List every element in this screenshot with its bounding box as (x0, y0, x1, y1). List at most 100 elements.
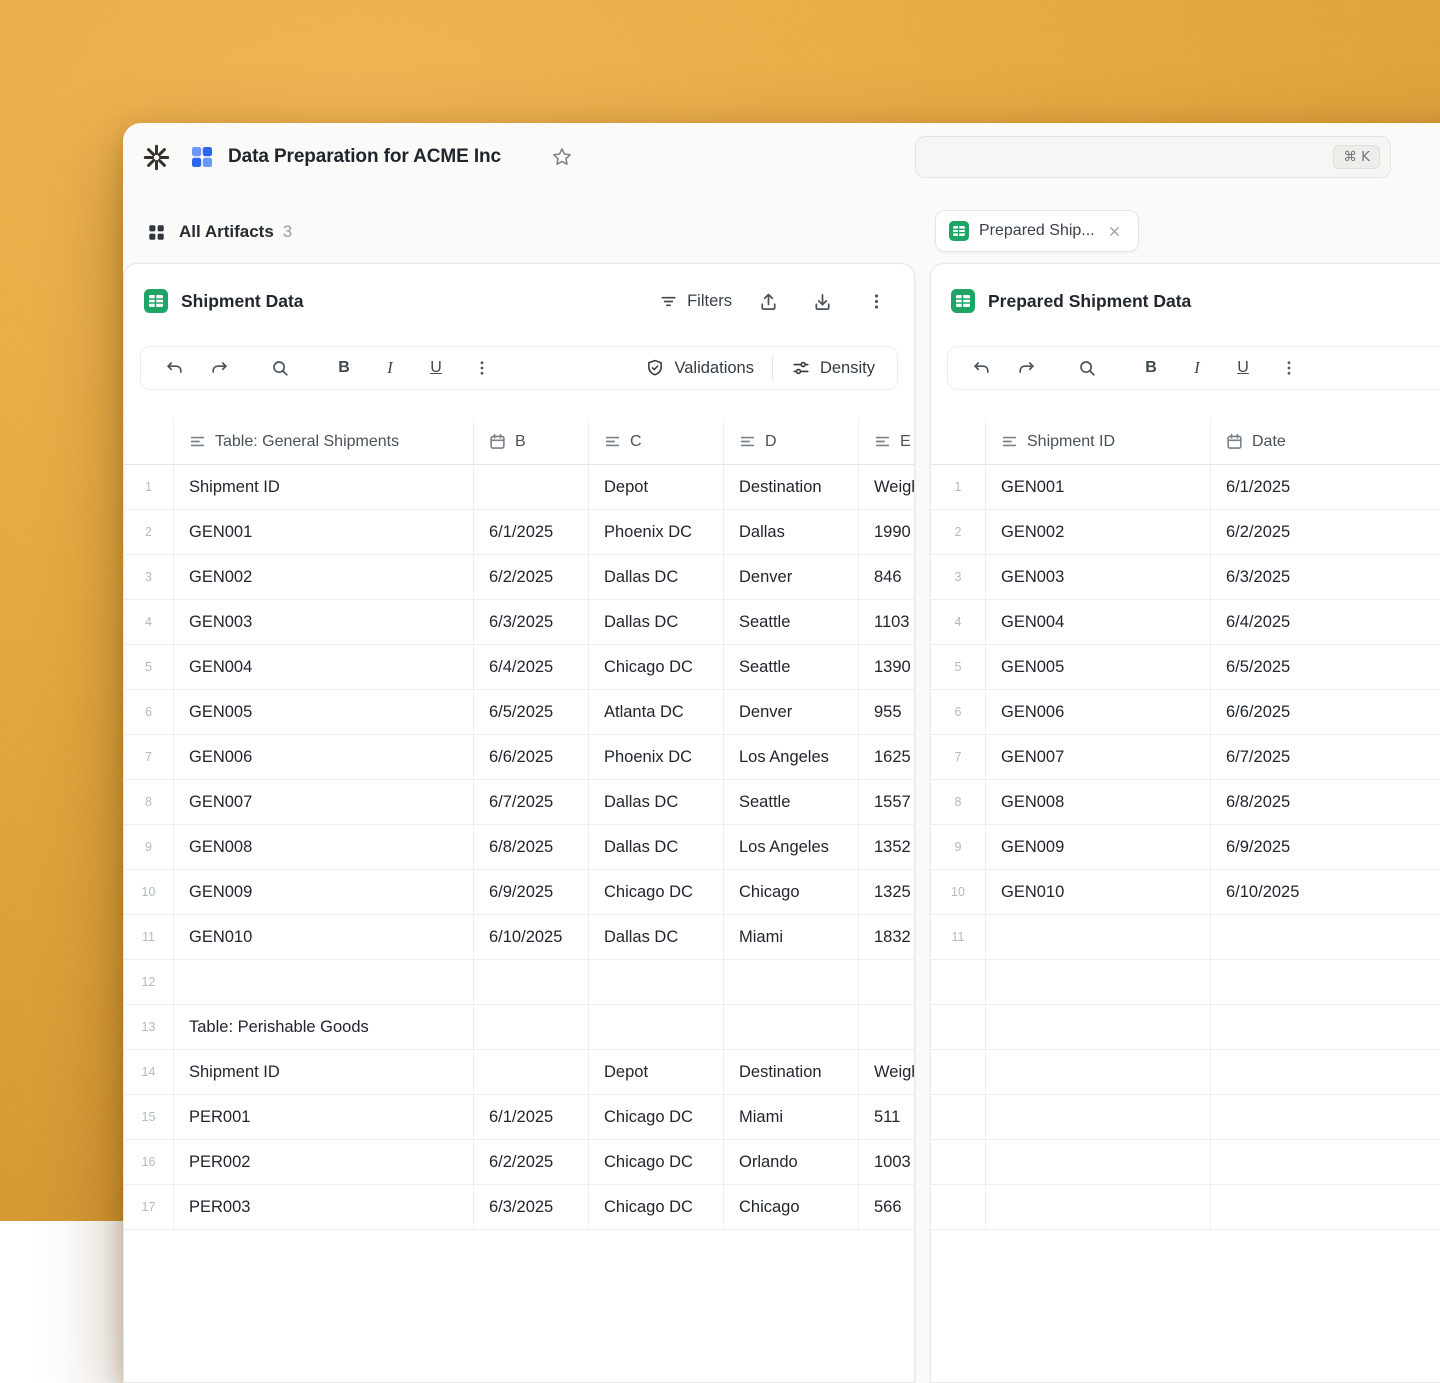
row-number[interactable]: 1 (931, 465, 986, 509)
cell[interactable]: GEN010 (174, 915, 474, 959)
cell[interactable] (859, 1005, 915, 1049)
cell[interactable]: GEN008 (174, 825, 474, 869)
tab-close-button[interactable] (1105, 221, 1125, 241)
cell[interactable]: 6/6/2025 (474, 735, 589, 779)
cell[interactable] (986, 1095, 1211, 1139)
row-number[interactable]: 16 (124, 1140, 174, 1184)
cell[interactable]: GEN005 (174, 690, 474, 734)
cell[interactable]: 955 (859, 690, 915, 734)
corner-cell[interactable] (931, 419, 986, 464)
cell[interactable] (986, 915, 1211, 959)
cell[interactable] (1211, 1095, 1440, 1139)
cell[interactable]: Weight (859, 465, 915, 509)
row-number[interactable]: 4 (931, 600, 986, 644)
cell[interactable]: Seattle (724, 780, 859, 824)
cell[interactable]: Dallas DC (589, 555, 724, 599)
cell[interactable]: GEN009 (174, 870, 474, 914)
cell[interactable]: 6/3/2025 (474, 600, 589, 644)
row-number[interactable]: 2 (124, 510, 174, 554)
cell[interactable]: GEN006 (986, 690, 1211, 734)
cell[interactable]: Dallas DC (589, 780, 724, 824)
cell[interactable] (986, 1005, 1211, 1049)
cell[interactable]: GEN002 (986, 510, 1211, 554)
row-number[interactable]: 10 (931, 870, 986, 914)
cell[interactable]: Orlando (724, 1140, 859, 1184)
cell[interactable]: Miami (724, 1095, 859, 1139)
share-upload-button[interactable] (750, 283, 786, 319)
column-header[interactable]: Shipment ID (986, 419, 1211, 464)
cell[interactable]: GEN004 (986, 600, 1211, 644)
cell[interactable]: GEN003 (174, 600, 474, 644)
cell[interactable]: Table: Perishable Goods (174, 1005, 474, 1049)
cell[interactable]: 6/9/2025 (474, 870, 589, 914)
cell[interactable]: 6/10/2025 (474, 915, 589, 959)
more-formatting-button[interactable] (1270, 352, 1308, 384)
row-number[interactable]: 1 (124, 465, 174, 509)
cell[interactable]: 6/10/2025 (1211, 870, 1440, 914)
row-number[interactable] (931, 960, 986, 1004)
download-button[interactable] (804, 283, 840, 319)
italic-button[interactable]: I (1178, 352, 1216, 384)
cell[interactable]: Chicago DC (589, 1185, 724, 1229)
cell[interactable]: 6/5/2025 (1211, 645, 1440, 689)
row-number[interactable]: 7 (931, 735, 986, 779)
cell[interactable]: Depot (589, 465, 724, 509)
cell[interactable]: Phoenix DC (589, 735, 724, 779)
cell[interactable]: GEN001 (174, 510, 474, 554)
cell[interactable] (474, 1050, 589, 1094)
redo-button[interactable] (1008, 352, 1046, 384)
row-number[interactable]: 11 (124, 915, 174, 959)
cell[interactable] (174, 960, 474, 1004)
find-button[interactable] (261, 352, 299, 384)
cell[interactable]: Shipment ID (174, 1050, 474, 1094)
validations-button[interactable]: Validations (637, 358, 762, 378)
cell[interactable]: Chicago DC (589, 1140, 724, 1184)
cell[interactable]: 566 (859, 1185, 915, 1229)
cell[interactable]: 6/9/2025 (1211, 825, 1440, 869)
cell[interactable]: 6/3/2025 (474, 1185, 589, 1229)
global-search-input[interactable]: ⌘ K (915, 136, 1391, 178)
cell[interactable]: 1625 (859, 735, 915, 779)
cell[interactable]: GEN002 (174, 555, 474, 599)
row-number[interactable] (931, 1050, 986, 1094)
cell[interactable]: Depot (589, 1050, 724, 1094)
favorite-star-button[interactable] (547, 142, 577, 172)
cell[interactable]: Miami (724, 915, 859, 959)
cell[interactable]: Denver (724, 690, 859, 734)
row-number[interactable]: 3 (931, 555, 986, 599)
column-header[interactable]: Date (1211, 419, 1440, 464)
cell[interactable]: 1557 (859, 780, 915, 824)
cell[interactable]: Atlanta DC (589, 690, 724, 734)
cell[interactable]: GEN009 (986, 825, 1211, 869)
all-artifacts-label[interactable]: All Artifacts (179, 222, 274, 242)
cell[interactable] (724, 1005, 859, 1049)
undo-button[interactable] (155, 352, 193, 384)
row-number[interactable]: 10 (124, 870, 174, 914)
row-number[interactable]: 5 (124, 645, 174, 689)
row-number[interactable]: 14 (124, 1050, 174, 1094)
cell[interactable]: 1990 (859, 510, 915, 554)
cell[interactable]: GEN005 (986, 645, 1211, 689)
find-button[interactable] (1068, 352, 1106, 384)
filters-button[interactable]: Filters (659, 292, 732, 311)
cell[interactable]: GEN010 (986, 870, 1211, 914)
row-number[interactable]: 9 (931, 825, 986, 869)
cell[interactable]: Dallas DC (589, 915, 724, 959)
row-number[interactable]: 15 (124, 1095, 174, 1139)
cell[interactable] (986, 1050, 1211, 1094)
row-number[interactable] (931, 1095, 986, 1139)
cell[interactable]: Seattle (724, 600, 859, 644)
column-header[interactable]: D (724, 419, 859, 464)
cell[interactable]: 6/8/2025 (474, 825, 589, 869)
cell[interactable]: 1352 (859, 825, 915, 869)
cell[interactable]: Chicago (724, 1185, 859, 1229)
cell[interactable]: Los Angeles (724, 825, 859, 869)
cell[interactable] (474, 465, 589, 509)
column-header[interactable]: Table: General Shipments (174, 419, 474, 464)
density-button[interactable]: Density (783, 358, 883, 378)
cell[interactable]: Destination (724, 465, 859, 509)
cell[interactable] (1211, 1050, 1440, 1094)
cell[interactable]: Dallas DC (589, 600, 724, 644)
cell[interactable]: Denver (724, 555, 859, 599)
undo-button[interactable] (962, 352, 1000, 384)
